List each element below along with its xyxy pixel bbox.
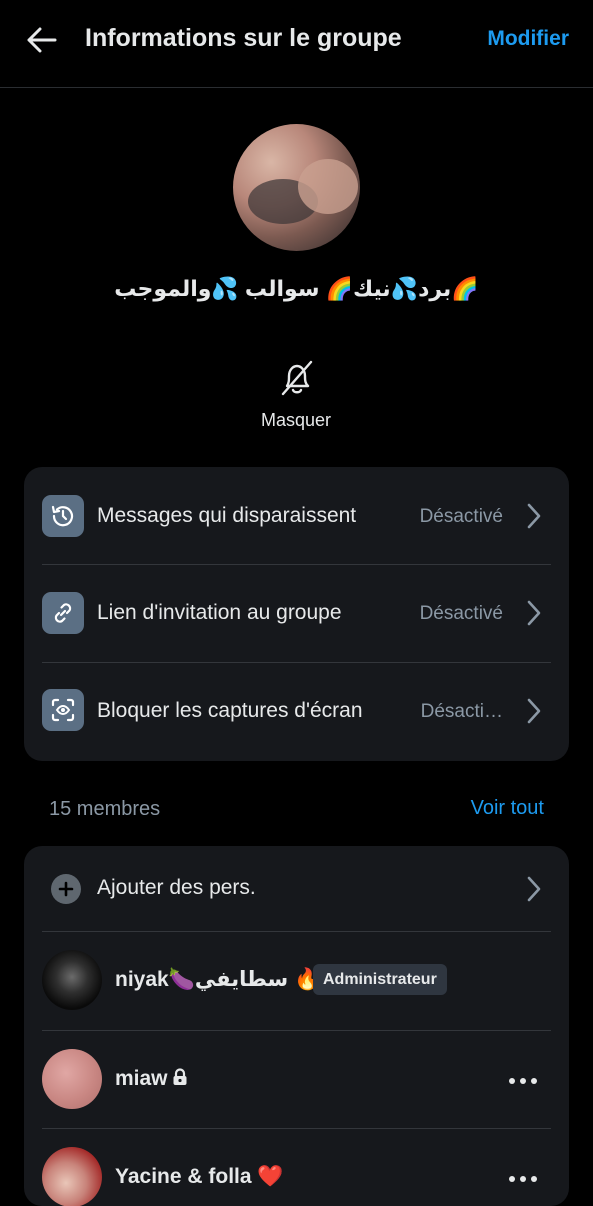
arrow-left-icon (27, 27, 57, 53)
dot (520, 1176, 526, 1182)
screenshot-block-icon (42, 689, 84, 731)
member-name: Yacine & folla ❤️ (115, 1165, 284, 1188)
edit-button[interactable]: Modifier (487, 27, 569, 51)
see-all-link[interactable]: Voir tout (471, 797, 544, 820)
block-screenshots-row[interactable]: Bloquer les captures d'écran Désacti… (24, 663, 569, 761)
bell-off-icon (281, 360, 313, 396)
row-value: Désactivé (419, 506, 503, 527)
settings-card: Messages qui disparaissent Désactivé Lie… (24, 467, 569, 761)
chevron-right-icon (527, 503, 541, 529)
row-label: Bloquer les captures d'écran (97, 699, 363, 722)
chevron-right-icon (527, 876, 541, 902)
timer-icon (42, 495, 84, 537)
member-row[interactable]: Yacine & folla ❤️ (24, 1129, 569, 1206)
member-row[interactable]: miaw (24, 1031, 569, 1129)
group-avatar[interactable] (233, 124, 360, 251)
mute-button[interactable]: Masquer (246, 352, 346, 434)
mute-label: Masquer (260, 410, 332, 430)
row-label: Messages qui disparaissent (97, 504, 357, 527)
member-row[interactable]: niyak🍆سطايفي 🔥 Administrateur (24, 932, 569, 1030)
dot (509, 1078, 515, 1084)
invite-link-row[interactable]: Lien d'invitation au groupe Désactivé (24, 565, 569, 663)
back-button[interactable] (22, 22, 62, 58)
dot (509, 1176, 515, 1182)
row-value: Désacti… (420, 701, 503, 722)
plus-icon (51, 874, 81, 904)
avatar (42, 950, 102, 1010)
avatar (42, 1147, 102, 1206)
disappearing-messages-row[interactable]: Messages qui disparaissent Désactivé (24, 467, 569, 565)
add-people-label: Ajouter des pers. (97, 876, 256, 899)
dot (520, 1078, 526, 1084)
members-card: Ajouter des pers. niyak🍆سطايفي 🔥 Adminis… (24, 846, 569, 1206)
avatar (42, 1049, 102, 1109)
members-count: 15 membres (49, 798, 161, 820)
group-name: برد💦نيك🌈 سوالب 💦والموجب🌈 (114, 276, 479, 301)
row-value: Désactivé (419, 603, 503, 624)
member-name: miaw (115, 1067, 188, 1091)
more-options-button[interactable] (509, 1076, 537, 1086)
top-bar: Informations sur le groupe Modifier (0, 0, 593, 88)
lock-icon (173, 1068, 187, 1085)
page-title: Informations sur le groupe (85, 24, 402, 52)
link-icon (42, 592, 84, 634)
more-options-button[interactable] (509, 1174, 537, 1184)
row-label: Lien d'invitation au groupe (97, 601, 342, 624)
member-name-text: miaw (115, 1067, 168, 1090)
dot (531, 1176, 537, 1182)
admin-badge: Administrateur (313, 964, 447, 995)
member-name: niyak🍆سطايفي 🔥 (115, 968, 321, 991)
chevron-right-icon (527, 698, 541, 724)
chevron-right-icon (527, 600, 541, 626)
add-people-row[interactable]: Ajouter des pers. (24, 846, 569, 931)
dot (531, 1078, 537, 1084)
